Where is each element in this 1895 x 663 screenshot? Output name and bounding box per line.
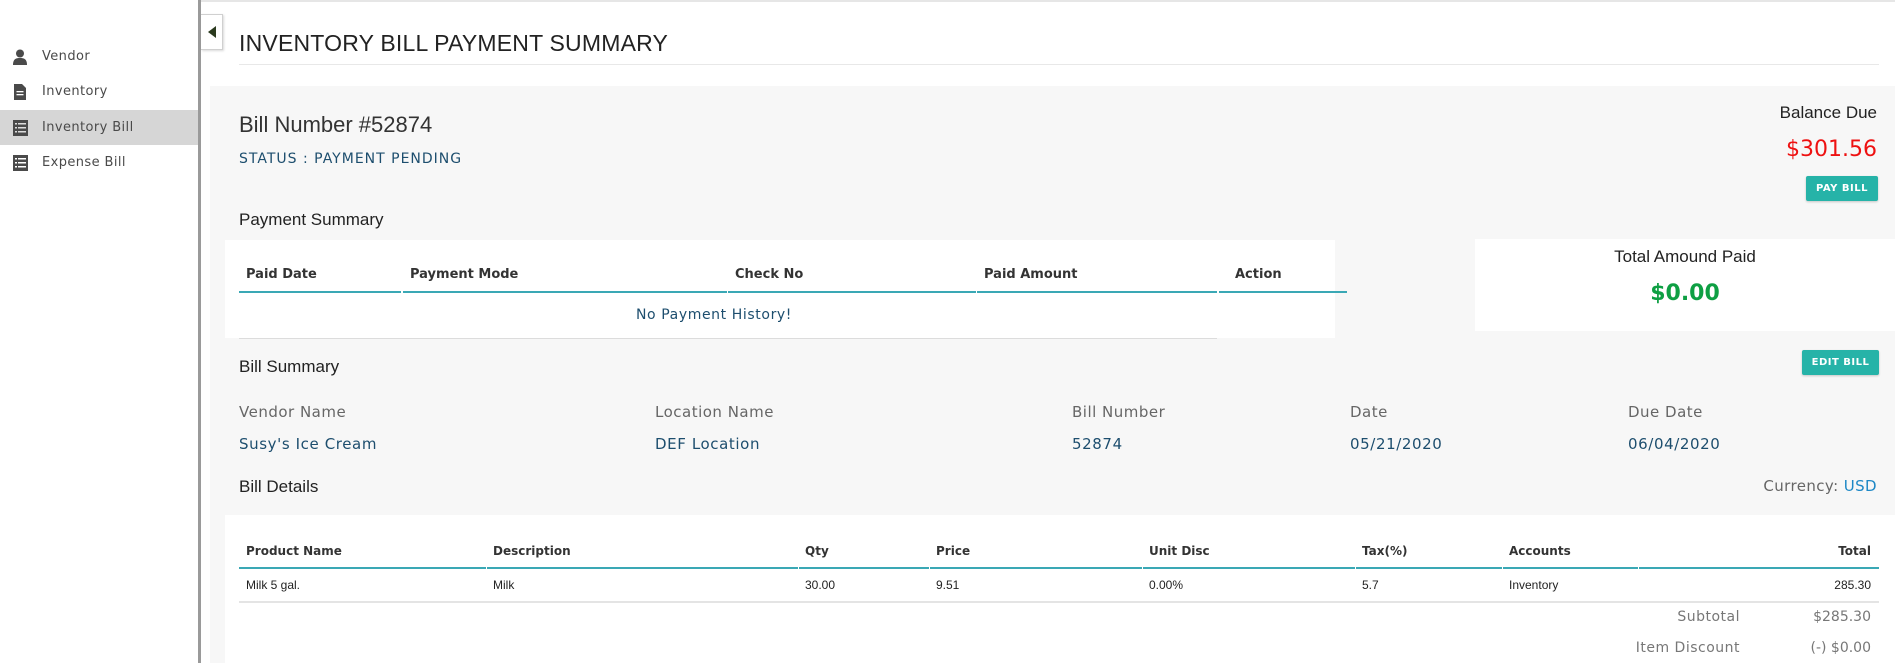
- title-divider: [239, 64, 1879, 65]
- column-header-product-name: Product Name: [246, 544, 342, 558]
- list-icon: [11, 119, 29, 137]
- bill-details-table: Product Name Description Qty Price Unit …: [225, 515, 1895, 663]
- bill-number-label: Bill Number: [1072, 403, 1166, 421]
- column-underline: [977, 291, 1217, 293]
- vendor-name-value: Susy's Ice Cream: [239, 435, 378, 453]
- cell-unit-disc: 0.00%: [1149, 578, 1184, 592]
- cell-total: 285.30: [1834, 578, 1871, 592]
- subtotal-label: Subtotal: [1677, 609, 1740, 625]
- bill-details-title: Bill Details: [239, 477, 319, 496]
- column-underline: [239, 567, 486, 569]
- receipt-icon: [11, 154, 29, 172]
- column-underline: [1639, 567, 1879, 569]
- balance-due-value: $301.56: [1786, 137, 1877, 162]
- payment-summary-title: Payment Summary: [239, 210, 384, 229]
- currency-display: Currency: USD: [1763, 477, 1877, 495]
- column-header-qty: Qty: [805, 544, 829, 558]
- date-label: Date: [1350, 403, 1388, 421]
- column-header-paid-date: Paid Date: [246, 267, 317, 282]
- row-divider: [239, 601, 1879, 603]
- item-discount-label: Item Discount: [1635, 640, 1740, 656]
- subtotal-value: $285.30: [1813, 609, 1871, 625]
- due-date-label: Due Date: [1628, 403, 1703, 421]
- total-paid-label: Total Amound Paid: [1614, 247, 1756, 266]
- sidebar-item-inventory[interactable]: Inventory: [0, 74, 198, 109]
- column-underline: [728, 291, 976, 293]
- top-border: [0, 0, 1895, 2]
- column-underline: [487, 567, 798, 569]
- sidebar-item-label: Inventory: [42, 84, 108, 99]
- column-underline: [403, 291, 727, 293]
- document-icon: [11, 83, 29, 101]
- sidebar-item-label: Vendor: [42, 49, 91, 64]
- column-header-tax: Tax(%): [1362, 544, 1408, 558]
- bill-status: STATUS : PAYMENT PENDING: [239, 151, 463, 167]
- no-payment-history-message: No Payment History!: [635, 307, 793, 323]
- date-value: 05/21/2020: [1350, 435, 1443, 453]
- column-underline: [239, 291, 401, 293]
- location-name-label: Location Name: [655, 403, 774, 421]
- sidebar-item-expense-bill[interactable]: Expense Bill: [0, 145, 198, 180]
- page-title: INVENTORY BILL PAYMENT SUMMARY: [239, 30, 669, 56]
- location-name-value: DEF Location: [655, 435, 761, 453]
- column-underline: [1219, 291, 1347, 293]
- column-underline: [930, 567, 1142, 569]
- payment-summary-table: Paid Date Payment Mode Check No Paid Amo…: [225, 240, 1347, 339]
- cell-price: 9.51: [936, 578, 960, 592]
- cell-accounts: Inventory: [1509, 578, 1559, 592]
- column-underline: [1356, 567, 1502, 569]
- row-divider: [239, 338, 1217, 339]
- sidebar-collapse-button[interactable]: [201, 14, 223, 50]
- cell-tax: 5.7: [1362, 578, 1379, 592]
- sidebar: Vendor Inventory Inventory Bill Expense …: [0, 0, 201, 663]
- cell-qty: 30.00: [805, 578, 836, 592]
- column-underline: [1143, 567, 1355, 569]
- column-header-price: Price: [936, 544, 971, 558]
- cell-description: Milk: [493, 578, 515, 592]
- bill-number-value: 52874: [1072, 435, 1123, 453]
- bill-summary-title: Bill Summary: [239, 357, 340, 376]
- total-paid-value: $0.00: [1650, 281, 1720, 306]
- column-header-description: Description: [493, 544, 571, 558]
- user-icon: [11, 48, 29, 66]
- column-underline: [799, 567, 929, 569]
- cell-product-name: Milk 5 gal.: [246, 578, 301, 592]
- column-header-action: Action: [1235, 267, 1282, 282]
- balance-due-label: Balance Due: [1779, 103, 1877, 122]
- pay-bill-button[interactable]: PAY BILL: [1806, 176, 1878, 201]
- sidebar-item-inventory-bill[interactable]: Inventory Bill: [0, 110, 198, 145]
- currency-label: Currency:: [1763, 477, 1839, 495]
- column-underline: [1503, 567, 1638, 569]
- sidebar-item-label: Inventory Bill: [42, 120, 134, 135]
- total-paid-card: Total Amound Paid $0.00: [1475, 239, 1895, 331]
- column-header-accounts: Accounts: [1509, 544, 1571, 558]
- edit-bill-button[interactable]: EDIT BILL: [1802, 350, 1879, 375]
- currency-value: USD: [1843, 477, 1877, 495]
- column-header-total: Total: [1838, 544, 1871, 558]
- vendor-name-label: Vendor Name: [239, 403, 347, 421]
- bill-number-heading: Bill Number #52874: [239, 112, 433, 137]
- sidebar-item-vendor[interactable]: Vendor: [0, 39, 198, 74]
- caret-left-icon: [207, 26, 216, 38]
- item-discount-value: (-) $0.00: [1810, 640, 1871, 656]
- column-header-payment-mode: Payment Mode: [410, 267, 519, 282]
- column-header-paid-amount: Paid Amount: [984, 267, 1078, 282]
- column-header-check-no: Check No: [735, 267, 804, 282]
- column-header-unit-disc: Unit Disc: [1149, 544, 1210, 558]
- due-date-value: 06/04/2020: [1628, 435, 1721, 453]
- sidebar-item-label: Expense Bill: [42, 155, 126, 170]
